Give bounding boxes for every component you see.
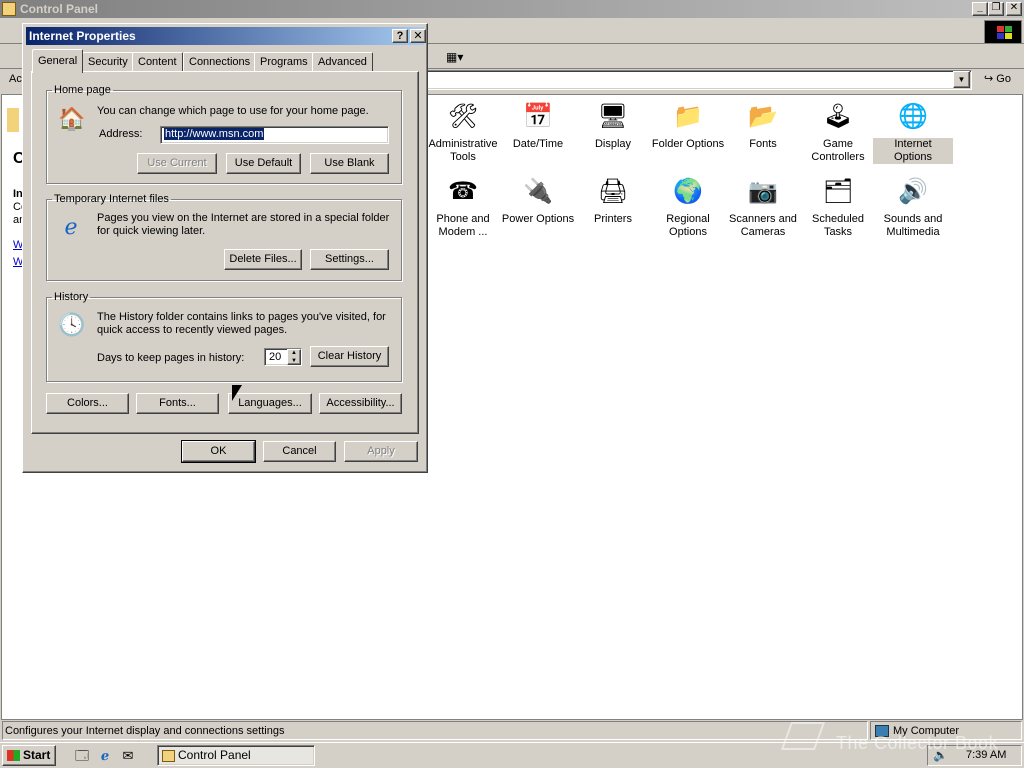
- days-spinner[interactable]: ▲ ▼: [287, 349, 301, 365]
- tab-programs[interactable]: Programs: [254, 52, 314, 72]
- colors-button[interactable]: Colors...: [46, 393, 129, 414]
- date-time-item[interactable]: 📅 Date/Time: [498, 100, 578, 151]
- history-clock-icon: 🕓: [58, 312, 86, 337]
- home-page-legend: Home page: [54, 84, 111, 96]
- dialog-titlebar[interactable]: Internet Properties ? ✕: [26, 27, 426, 45]
- fonts-button[interactable]: Fonts...: [136, 393, 219, 414]
- fonts-item[interactable]: 📂 Fonts: [723, 100, 803, 151]
- history-description: The History folder contains links to pag…: [97, 311, 386, 336]
- folder-options-icon: 📁: [673, 103, 703, 130]
- history-legend: History: [54, 291, 89, 303]
- sounds-and-multimedia-item[interactable]: 🔊 Sounds and Multimedia: [873, 175, 953, 239]
- control-panel-icon: [2, 2, 16, 16]
- temporary-files-legend: Temporary Internet files: [54, 193, 169, 205]
- joystick-icon: 🕹: [822, 103, 854, 130]
- cancel-button[interactable]: Cancel: [263, 441, 336, 462]
- ok-button[interactable]: OK: [181, 440, 256, 463]
- chevron-down-icon[interactable]: ▼: [953, 71, 970, 88]
- close-window-button[interactable]: ✕: [1006, 2, 1022, 16]
- printers-item[interactable]: 🖨 Printers: [573, 175, 653, 226]
- regional-options-item[interactable]: 🌍 Regional Options: [648, 175, 728, 239]
- apply-button[interactable]: Apply: [344, 441, 418, 462]
- use-blank-button[interactable]: Use Blank: [310, 153, 389, 174]
- admin-tools-icon: 🛠: [447, 103, 479, 130]
- administrative-tools-item[interactable]: 🛠 Administrative Tools: [423, 100, 503, 164]
- accessibility-button[interactable]: Accessibility...: [319, 393, 402, 414]
- delete-files-button[interactable]: Delete Files...: [224, 249, 302, 270]
- views-grid-icon[interactable]: ▦▾: [446, 48, 474, 66]
- home-page-address-input[interactable]: http://www.msn.com: [160, 126, 389, 144]
- phone-icon: ☎: [448, 178, 478, 205]
- globe-tools-icon: 🌐: [898, 103, 928, 130]
- folder-options-item[interactable]: 📁 Folder Options: [648, 100, 728, 151]
- tab-connections[interactable]: Connections: [183, 52, 257, 72]
- dialog-title: Internet Properties: [29, 29, 136, 43]
- restore-button[interactable]: ❐: [988, 2, 1004, 16]
- scanners-and-cameras-item[interactable]: 📷 Scanners and Cameras: [723, 175, 803, 239]
- close-dialog-button[interactable]: ✕: [410, 29, 426, 43]
- temporary-files-description: Pages you view on the Internet are store…: [97, 212, 390, 237]
- clear-history-button[interactable]: Clear History: [310, 346, 389, 367]
- game-controllers-item[interactable]: 🕹 Game Controllers: [798, 100, 878, 164]
- windows-logo-icon: [984, 20, 1022, 44]
- house-page-icon: 🏠: [58, 106, 86, 131]
- go-arrow-icon: ↪: [984, 73, 994, 85]
- internet-explorer-icon[interactable]: ℯ: [96, 747, 114, 764]
- use-default-button[interactable]: Use Default: [226, 153, 301, 174]
- display-item[interactable]: 🖥 Display: [573, 100, 653, 151]
- phone-and-modem-item[interactable]: ☎ Phone and Modem ...: [423, 175, 503, 239]
- tab-security[interactable]: Security: [82, 52, 134, 72]
- window-title: Control Panel: [20, 2, 99, 16]
- fonts-folder-icon: 📂: [748, 103, 778, 130]
- tab-general[interactable]: General: [32, 49, 84, 73]
- control-panel-icon: [162, 750, 175, 762]
- spin-down-icon[interactable]: ▼: [288, 358, 300, 366]
- speaker-icon: 🔊: [898, 178, 928, 205]
- address-bar-label: Ac: [9, 73, 22, 85]
- go-button[interactable]: ↪ Go: [978, 71, 1018, 89]
- mouse-pointer-icon: [232, 385, 242, 401]
- globe-icon: 🌍: [673, 178, 703, 205]
- address-label: Address:: [99, 128, 143, 140]
- minimize-button[interactable]: _: [972, 2, 988, 16]
- days-label: Days to keep pages in history:: [97, 352, 245, 364]
- taskbar-control-panel-button[interactable]: Control Panel: [157, 745, 315, 766]
- help-button[interactable]: ?: [392, 29, 408, 43]
- folder-icon: [7, 108, 19, 132]
- tab-advanced[interactable]: Advanced: [312, 52, 373, 72]
- start-button[interactable]: Start: [2, 745, 56, 766]
- printer-folder-icon: 🖨: [597, 178, 629, 205]
- ie-folder-icon: ℯ: [64, 214, 78, 239]
- internet-options-item[interactable]: 🌐 Internet Options: [873, 100, 953, 164]
- status-text: Configures your Internet display and con…: [2, 721, 868, 740]
- scheduled-tasks-folder-icon: 🗂: [822, 178, 854, 205]
- settings-button[interactable]: Settings...: [310, 249, 389, 270]
- scheduled-tasks-item[interactable]: 🗂 Scheduled Tasks: [798, 175, 878, 239]
- use-current-button[interactable]: Use Current: [137, 153, 217, 174]
- scanner-camera-icon: 📷: [748, 178, 778, 205]
- power-options-item[interactable]: 🔌 Power Options: [498, 175, 578, 226]
- home-page-description: You can change which page to use for you…: [97, 105, 369, 117]
- spin-up-icon[interactable]: ▲: [288, 350, 300, 358]
- tab-content[interactable]: Content: [132, 52, 183, 72]
- show-desktop-icon[interactable]: 🗔: [73, 747, 91, 764]
- control-panel-titlebar[interactable]: Control Panel _ ❐ ✕: [0, 0, 1024, 18]
- watermark-text: The Collector Book: [836, 733, 999, 753]
- monitor-icon: 🖥: [597, 103, 629, 130]
- windows-flag-icon: [7, 750, 20, 761]
- outlook-express-icon[interactable]: ✉: [119, 747, 137, 764]
- power-plug-icon: 🔌: [523, 178, 553, 205]
- calendar-clock-icon: 📅: [523, 103, 553, 130]
